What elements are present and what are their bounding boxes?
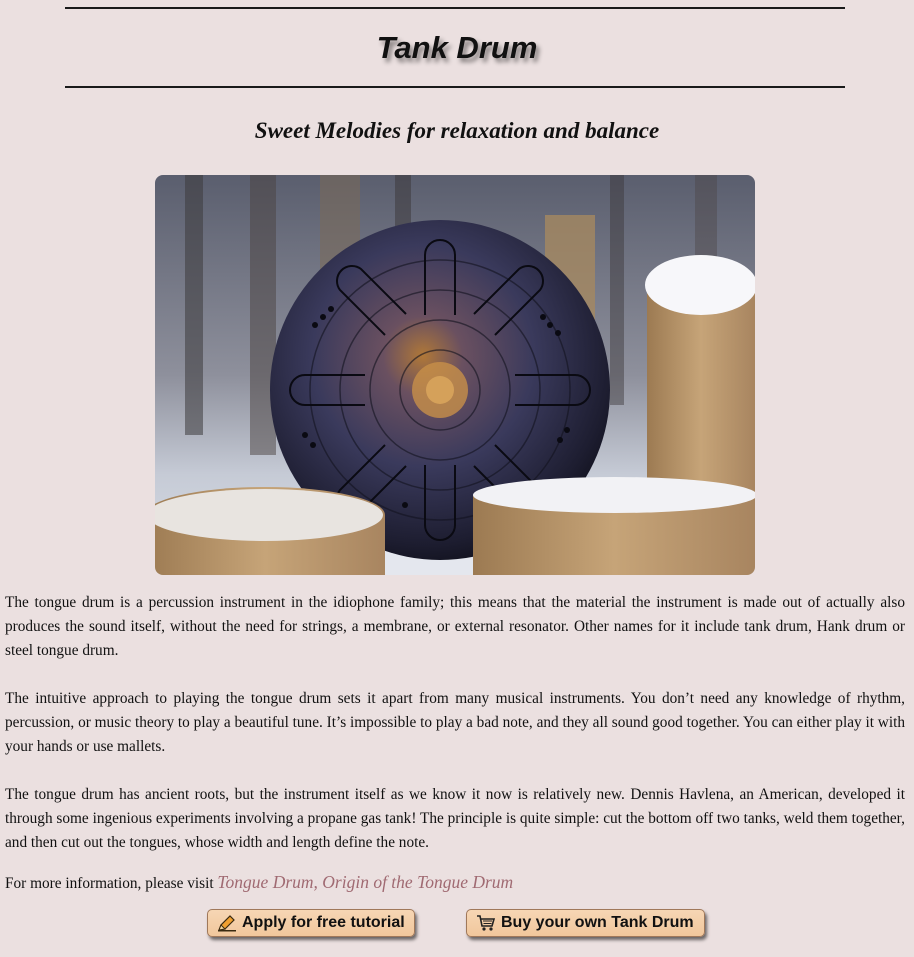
article-body: The tongue drum is a percussion instrume…	[5, 591, 905, 879]
pencil-icon	[217, 914, 237, 932]
page-title: Tank Drum	[376, 30, 538, 65]
article-paragraph: The tongue drum has ancient roots, but t…	[5, 786, 905, 851]
header-rule-bottom	[65, 86, 845, 88]
origin-link[interactable]: Tongue Drum, Origin of the Tongue Drum	[217, 872, 513, 892]
header-rule-top	[65, 7, 845, 9]
page-subtitle: Sweet Melodies for relaxation and balanc…	[254, 118, 660, 143]
cart-icon	[476, 914, 496, 932]
buy-tank-drum-button[interactable]: Buy your own Tank Drum	[466, 909, 705, 937]
page: Tank Drum Sweet Melodies for relaxation …	[0, 0, 914, 957]
article-paragraph: The tongue drum is a percussion instrume…	[5, 594, 905, 659]
article-paragraph: The intuitive approach to playing the to…	[5, 690, 905, 755]
more-info-prefix: For more information, please visit	[5, 875, 218, 892]
apply-tutorial-label: Apply for free tutorial	[242, 914, 405, 931]
buy-tank-drum-label: Buy your own Tank Drum	[501, 914, 694, 931]
more-info-line: For more information, please visit Tongu…	[5, 870, 513, 896]
apply-tutorial-button[interactable]: Apply for free tutorial	[207, 909, 415, 937]
hero-image	[155, 175, 755, 575]
